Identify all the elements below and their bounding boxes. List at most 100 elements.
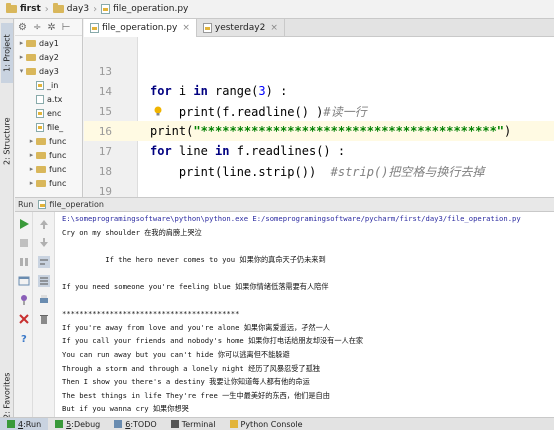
rerun-icon[interactable] [18, 218, 30, 230]
close-icon[interactable]: × [182, 23, 190, 33]
code-text: for line in f.readlines() : [150, 144, 345, 158]
code-line[interactable]: 16 print("*******************************… [84, 121, 554, 141]
project-tree-item-label: func [49, 178, 67, 188]
left-tool-stripe: 1: Project 2: Structure 2: Favorites [0, 19, 14, 419]
scroll-to-end-icon[interactable] [38, 275, 50, 287]
editor-tab-label: yesterday2 [214, 23, 266, 33]
console-output-line: If the hero never comes to you 如果你的真命天子仍… [62, 254, 326, 264]
code-editor[interactable]: 13 14 for i in range(3) :15 print(f.readli… [84, 37, 554, 197]
tab-project[interactable]: 1: Project [1, 23, 13, 83]
code-line[interactable]: 18 print(line.strip()) #strip()把空格与换行去掉 [84, 161, 554, 181]
arrow-down-icon[interactable] [38, 237, 50, 249]
code-line[interactable]: 13 [84, 61, 554, 81]
hide-icon[interactable]: ⊢ [62, 22, 71, 33]
folder-icon [36, 179, 46, 187]
settings-icon[interactable]: ✲ [47, 22, 55, 33]
line-number: 17 [98, 144, 112, 158]
bottom-tab-todo[interactable]: 6: TODO [107, 418, 163, 430]
print-icon[interactable] [38, 294, 50, 306]
arrow-up-icon[interactable] [38, 218, 50, 230]
help-icon[interactable]: ? [18, 332, 30, 344]
project-tree-item[interactable]: ▸ func [15, 176, 82, 190]
breadcrumb-label: file_operation.py [113, 4, 189, 14]
run-console[interactable]: E:\someprogramingsoftware\python\python.… [55, 212, 554, 417]
run-toolbar: ? [15, 212, 33, 417]
code-line[interactable]: 14 for i in range(3) : [84, 81, 554, 101]
code-line[interactable]: 17 for line in f.readlines() : [84, 141, 554, 161]
project-tree-item-label: enc [47, 108, 62, 118]
console-output-line: The best things in life They're free 一生中… [62, 390, 330, 400]
editor-tab-yesterday2[interactable]: yesterday2 × [197, 19, 285, 37]
python-file-icon [101, 4, 111, 14]
code-line[interactable]: 19 [84, 181, 554, 198]
run-icon [7, 420, 15, 428]
code-token: #strip()把空格与换行去掉 [330, 164, 485, 179]
project-tree-item[interactable]: ▸ day2 [15, 50, 82, 64]
stop-icon[interactable] [18, 237, 30, 249]
close-run-icon[interactable] [18, 313, 30, 325]
line-number: 18 [98, 164, 112, 178]
chevron-right-icon[interactable]: ▸ [27, 137, 36, 145]
chevron-right-icon[interactable]: ▸ [17, 53, 26, 61]
project-tree-item-label: day3 [39, 66, 59, 76]
project-tree-item[interactable]: ▸ func [15, 148, 82, 162]
project-tree-item[interactable]: ▾ day3 [15, 64, 82, 78]
bottom-tab-terminal[interactable]: Terminal [164, 418, 223, 430]
project-tree-item[interactable]: a.tx [15, 92, 82, 106]
project-tree-item[interactable]: ▸ func [15, 162, 82, 176]
soft-wrap-icon[interactable] [38, 256, 50, 268]
breadcrumb-item-file[interactable]: file_operation.py [98, 1, 191, 18]
python-file-icon [36, 122, 44, 132]
bottom-tab-debug[interactable]: 5: Debug [48, 418, 107, 430]
project-tree-item-label: a.tx [47, 94, 63, 104]
trash-icon[interactable] [38, 313, 50, 325]
code-token: for [150, 144, 172, 158]
console-output-line: Then I show you there's a destiny 我要让你知道… [62, 377, 310, 387]
restore-layout-icon[interactable] [18, 275, 30, 287]
sort-icon[interactable]: ÷ [33, 22, 41, 33]
lightbulb-icon[interactable] [154, 106, 162, 116]
project-tree-item[interactable]: ▸ day1 [15, 36, 82, 50]
breadcrumb: first › day3 › file_operation.py [0, 0, 554, 19]
console-output-line: ****************************************… [62, 309, 240, 319]
code-token: f.readlines() : [229, 144, 346, 158]
project-tree-item[interactable]: ▸ func [15, 134, 82, 148]
tab-project-label: 1: Project [2, 34, 12, 72]
tab-favorites[interactable]: 2: Favorites [1, 371, 13, 421]
breadcrumb-label: first [20, 4, 41, 14]
bottom-tab-run[interactable]: 4: Run [0, 417, 49, 430]
console-output-line: But if you wanna cry 如果你想哭 [62, 404, 189, 414]
breadcrumb-item-first[interactable]: first [3, 1, 44, 18]
project-tree-item[interactable]: _in [15, 78, 82, 92]
run-toolbar-secondary [33, 212, 55, 417]
project-tree-item-label: day2 [39, 52, 59, 62]
tab-structure[interactable]: 2: Structure [1, 105, 13, 177]
python-file-icon [36, 80, 44, 90]
editor-tab-file-operation[interactable]: file_operation.py × [84, 19, 197, 37]
chevron-right-icon[interactable]: ▸ [17, 39, 26, 47]
breadcrumb-item-day3[interactable]: day3 [50, 1, 92, 18]
scope-gear-icon[interactable]: ⚙ [18, 22, 27, 33]
bottom-tab-label: Debug [73, 419, 101, 429]
pin-icon[interactable] [18, 294, 30, 306]
chevron-right-icon[interactable]: ▸ [27, 151, 36, 159]
project-tree-item[interactable]: enc [15, 106, 82, 120]
close-icon[interactable]: × [270, 23, 278, 33]
chevron-down-icon[interactable]: ▾ [17, 67, 26, 75]
run-panel-header: Run file_operation [15, 197, 554, 212]
project-tree-item-label: func [49, 136, 67, 146]
pause-icon[interactable] [18, 256, 30, 268]
bottom-tab-python-console[interactable]: Python Console [223, 418, 310, 430]
console-output-line: Through a storm and through a lonely nig… [62, 363, 320, 373]
project-tree-item-label: _in [47, 80, 59, 90]
chevron-right-icon[interactable]: ▸ [27, 165, 36, 173]
project-tree-item[interactable]: file_ [15, 120, 82, 134]
chevron-right-icon[interactable]: ▸ [27, 179, 36, 187]
run-config-name: file_operation [49, 200, 104, 209]
folder-icon [26, 67, 36, 75]
code-token: ) : [265, 84, 288, 98]
project-tool-window: ⚙ ÷ ✲ ⊢ ▸ day1 ▸ day2 ▾ day3 _in a.tx enc file_ ▸ f… [15, 19, 83, 197]
tab-favorites-label: 2: Favorites [2, 372, 12, 420]
debug-icon [55, 420, 64, 428]
editor-tabs: file_operation.py × yesterday2 × [84, 19, 554, 37]
